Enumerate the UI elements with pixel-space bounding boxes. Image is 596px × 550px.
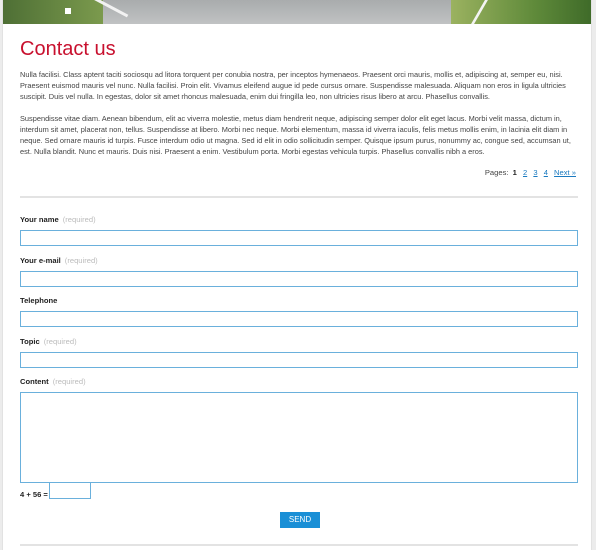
pagination-current-page: 1 bbox=[512, 168, 517, 177]
name-input[interactable] bbox=[20, 230, 578, 246]
content-required-hint: (required) bbox=[52, 377, 86, 386]
content-label: Content (required) bbox=[20, 377, 578, 386]
content-label-text: Content bbox=[20, 377, 49, 386]
email-label: Your e-mail (required) bbox=[20, 256, 578, 265]
intro-paragraph-2: Suspendisse vitae diam. Aenean bibendum,… bbox=[20, 114, 571, 156]
name-required-hint: (required) bbox=[62, 215, 96, 224]
email-required-hint: (required) bbox=[64, 256, 98, 265]
pagination: Pages: 1 2 3 4 Next » bbox=[20, 168, 578, 177]
topic-field-group: Topic (required) bbox=[20, 337, 578, 368]
telephone-input[interactable] bbox=[20, 311, 578, 327]
page-title: Contact us bbox=[20, 38, 116, 60]
topic-required-hint: (required) bbox=[43, 337, 77, 346]
banner-road bbox=[103, 0, 471, 24]
content-field-group: Content (required) bbox=[20, 377, 578, 483]
email-label-text: Your e-mail bbox=[20, 256, 61, 265]
banner-slide-indicator[interactable] bbox=[65, 8, 71, 14]
email-input[interactable] bbox=[20, 271, 578, 287]
intro-paragraph-1: Nulla facilisi. Class aptent taciti soci… bbox=[20, 70, 566, 101]
pagination-page-2[interactable]: 2 bbox=[523, 168, 527, 177]
captcha-group: 4 + 56 = bbox=[20, 482, 91, 499]
send-button[interactable]: SEND bbox=[280, 512, 320, 528]
captcha-input[interactable] bbox=[49, 482, 91, 499]
section-divider-bottom bbox=[20, 544, 578, 546]
name-field-group: Your name (required) bbox=[20, 215, 578, 246]
main-content: Contact us Nulla facilisi. Class aptent … bbox=[20, 24, 578, 546]
captcha-question: 4 + 56 = bbox=[20, 490, 48, 499]
content-textarea[interactable] bbox=[20, 392, 578, 483]
section-divider-top bbox=[20, 196, 578, 198]
topic-input[interactable] bbox=[20, 352, 578, 368]
name-label: Your name (required) bbox=[20, 215, 578, 224]
name-label-text: Your name bbox=[20, 215, 59, 224]
pagination-label: Pages: bbox=[484, 168, 509, 177]
pagination-page-3[interactable]: 3 bbox=[533, 168, 537, 177]
telephone-label: Telephone bbox=[20, 296, 58, 305]
page-container: Contact us Nulla facilisi. Class aptent … bbox=[2, 0, 592, 550]
telephone-field-group: Telephone bbox=[20, 296, 578, 327]
banner-grass-left bbox=[3, 0, 103, 24]
topic-label: Topic (required) bbox=[20, 337, 578, 346]
email-field-group: Your e-mail (required) bbox=[20, 256, 578, 287]
pagination-page-4[interactable]: 4 bbox=[544, 168, 548, 177]
header-banner-image bbox=[3, 0, 591, 24]
pagination-next-link[interactable]: Next » bbox=[554, 168, 576, 177]
topic-label-text: Topic bbox=[20, 337, 40, 346]
